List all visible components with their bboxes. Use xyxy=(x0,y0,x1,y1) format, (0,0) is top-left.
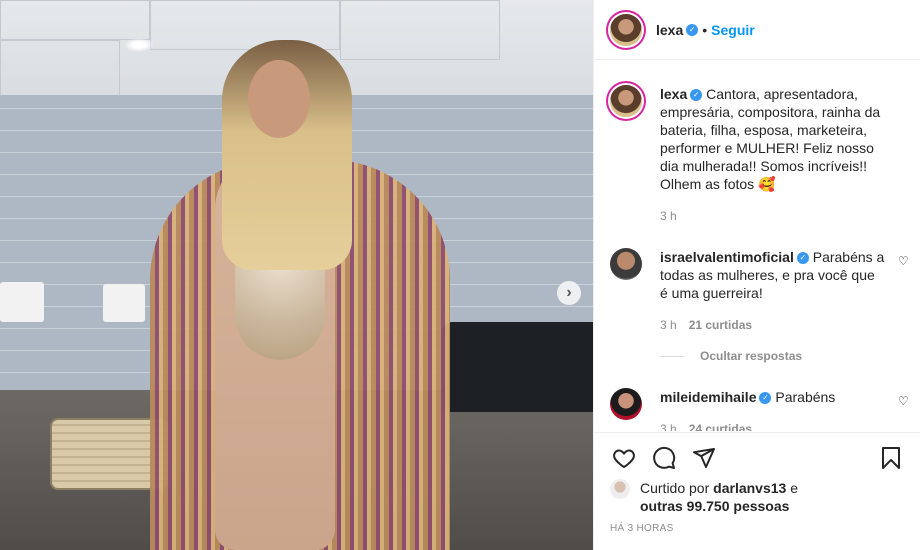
hide-replies-label: Ocultar respostas xyxy=(700,349,803,363)
heart-icon[interactable]: ♡ xyxy=(898,254,910,268)
comment: mileidemihaile ✓ Parabéns 3 h 24 curtidas … xyxy=(610,388,910,431)
avatar[interactable] xyxy=(610,248,642,280)
person-face xyxy=(248,60,310,138)
ceiling-light xyxy=(124,38,154,52)
chair xyxy=(0,282,44,322)
avatar[interactable] xyxy=(610,479,630,499)
liked-by-user[interactable]: darlanvs13 xyxy=(713,480,786,496)
post-timestamp: HÁ 3 HORAS xyxy=(610,523,674,534)
caption: lexa ✓ Cantora, apresentadora, empresária… xyxy=(610,85,910,225)
sofa xyxy=(442,322,593,412)
caption-time: 3 h xyxy=(660,209,677,223)
comment-username[interactable]: israelvalentimoficial xyxy=(660,249,794,265)
hide-replies-button[interactable]: Ocultar respostas xyxy=(660,349,802,363)
comment-time: 3 h xyxy=(660,318,677,332)
comments-list[interactable]: lexa ✓ Cantora, apresentadora, empresária… xyxy=(594,61,920,431)
likes-prefix: Curtido por xyxy=(640,480,710,496)
comment-meta: 3 h 21 curtidas xyxy=(660,316,885,334)
comment-likes[interactable]: 21 curtidas xyxy=(689,318,752,332)
heart-icon[interactable] xyxy=(610,444,638,472)
action-icons xyxy=(610,443,905,473)
caption-text: Cantora, apresentadora, empresária, comp… xyxy=(660,86,881,192)
avatar[interactable] xyxy=(610,388,642,420)
likes-others[interactable]: outras 99.750 pessoas xyxy=(640,498,789,514)
post-photo[interactable]: › xyxy=(0,0,593,550)
comment: israelvalentimoficial ✓ Parabéns a todas … xyxy=(610,248,910,334)
avatar[interactable] xyxy=(610,85,642,117)
verified-badge-icon: ✓ xyxy=(686,23,699,36)
share-icon[interactable] xyxy=(690,444,718,472)
caption-username[interactable]: lexa xyxy=(660,86,687,102)
verified-badge-icon: ✓ xyxy=(690,89,703,102)
comment-icon[interactable] xyxy=(650,444,678,472)
chair xyxy=(103,284,145,322)
post-actions: Curtido por darlanvs13 e outras 99.750 p… xyxy=(594,432,920,534)
verified-badge-icon: ✓ xyxy=(759,392,772,405)
avatar[interactable] xyxy=(610,13,642,46)
post-side-panel: lexa ✓ • Seguir lexa ✓ Cantora, apresenta… xyxy=(593,0,920,550)
likes-summary: Curtido por darlanvs13 e outras 99.750 p… xyxy=(610,479,905,515)
follow-button[interactable]: Seguir xyxy=(711,22,755,38)
comment-username[interactable]: mileidemihaile xyxy=(660,389,756,405)
comment-time: 3 h xyxy=(660,422,677,431)
verified-badge-icon: ✓ xyxy=(796,252,809,265)
post-header: lexa ✓ • Seguir xyxy=(594,0,920,60)
comment-likes[interactable]: 24 curtidas xyxy=(689,422,752,431)
bookmark-icon[interactable] xyxy=(877,444,905,472)
chevron-right-icon[interactable]: › xyxy=(557,281,581,305)
header-username[interactable]: lexa xyxy=(656,22,683,38)
comment-text: Parabéns xyxy=(775,389,836,405)
comment-meta: 3 h 24 curtidas xyxy=(660,420,885,431)
likes-and: e xyxy=(790,480,799,496)
separator: • xyxy=(702,21,708,38)
heart-icon[interactable]: ♡ xyxy=(898,394,910,408)
divider xyxy=(660,355,684,357)
